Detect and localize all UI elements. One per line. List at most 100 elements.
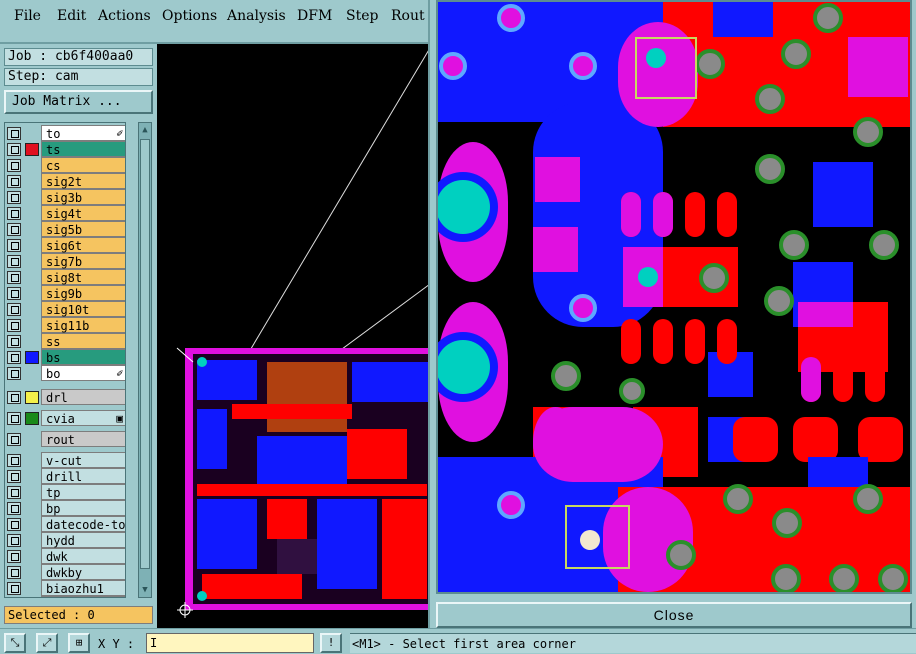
layer-row[interactable]: sig11b xyxy=(5,317,125,333)
menu-step[interactable]: Step xyxy=(346,8,378,24)
layer-name[interactable]: rout xyxy=(41,431,125,447)
layer-visibility-checkbox[interactable] xyxy=(7,271,21,284)
layer-row[interactable]: drl xyxy=(5,389,125,405)
layer-name[interactable]: bp xyxy=(41,500,125,516)
layer-row[interactable]: sig9b xyxy=(5,285,125,301)
layer-visibility-checkbox[interactable] xyxy=(7,502,21,515)
layer-visibility-checkbox[interactable] xyxy=(7,255,21,268)
layer-row[interactable]: sig2t xyxy=(5,173,125,189)
layer-row[interactable]: sig3b xyxy=(5,189,125,205)
menu-analysis[interactable]: Analysis xyxy=(227,8,286,24)
zoom-area-icon[interactable]: ⤡ xyxy=(4,633,26,653)
scroll-thumb[interactable] xyxy=(140,139,150,569)
layer-name[interactable]: ts xyxy=(41,141,125,157)
layer-name[interactable]: sig2t xyxy=(41,173,125,189)
layer-visibility-checkbox[interactable] xyxy=(7,391,21,404)
layer-name[interactable]: hydd xyxy=(41,532,125,548)
job-matrix-button[interactable]: Job Matrix ... xyxy=(4,90,153,114)
menu-file[interactable]: File xyxy=(14,8,41,24)
layer-visibility-checkbox[interactable] xyxy=(7,319,21,332)
layer-name[interactable]: cs xyxy=(41,157,125,173)
layer-row[interactable]: tp xyxy=(5,484,125,500)
scroll-down-icon[interactable]: ▼ xyxy=(140,585,150,595)
layer-visibility-checkbox[interactable] xyxy=(7,159,21,172)
layer-visibility-checkbox[interactable] xyxy=(7,534,21,547)
layer-visibility-checkbox[interactable] xyxy=(7,335,21,348)
layer-name[interactable]: sig8t xyxy=(41,269,125,285)
layer-name[interactable]: sig6t xyxy=(41,237,125,253)
zoom-pcb-detail[interactable] xyxy=(438,2,910,592)
layer-row[interactable]: rout xyxy=(5,431,125,447)
layer-row[interactable]: ss xyxy=(5,333,125,349)
layer-row[interactable]: biaozhu xyxy=(5,596,125,597)
layer-name[interactable]: sig7b xyxy=(41,253,125,269)
snap-grid-icon[interactable]: ⊞ xyxy=(68,633,90,653)
layer-name[interactable]: bs xyxy=(41,349,125,365)
layer-visibility-checkbox[interactable] xyxy=(7,143,21,156)
layer-name[interactable]: sig3b xyxy=(41,189,125,205)
layer-name[interactable]: dwkby xyxy=(41,564,125,580)
layer-name[interactable]: drill xyxy=(41,468,125,484)
layer-name[interactable]: biaozhu1 xyxy=(41,580,125,596)
layer-row[interactable]: dwkby xyxy=(5,564,125,580)
layer-name[interactable]: ss xyxy=(41,333,125,349)
layer-row[interactable]: ts xyxy=(5,141,125,157)
layer-row[interactable]: bs xyxy=(5,349,125,365)
layer-row[interactable]: sig5b xyxy=(5,221,125,237)
menu-options[interactable]: Options xyxy=(162,8,217,24)
menu-actions[interactable]: Actions xyxy=(98,8,151,24)
layer-visibility-checkbox[interactable] xyxy=(7,303,21,316)
layer-row[interactable]: hydd xyxy=(5,532,125,548)
measure-icon[interactable]: ⤢ xyxy=(36,633,58,653)
layer-visibility-checkbox[interactable] xyxy=(7,486,21,499)
layer-name[interactable]: sig9b xyxy=(41,285,125,301)
layer-name[interactable]: sig11b xyxy=(41,317,125,333)
layer-visibility-checkbox[interactable] xyxy=(7,433,21,446)
layer-row[interactable]: bp xyxy=(5,500,125,516)
layer-list-scrollbar[interactable]: ▲ ▼ xyxy=(138,122,152,598)
layer-visibility-checkbox[interactable] xyxy=(7,454,21,467)
scroll-up-icon[interactable]: ▲ xyxy=(140,125,150,135)
layer-row[interactable]: v-cut xyxy=(5,452,125,468)
zoom-view[interactable] xyxy=(436,0,912,594)
layer-row[interactable]: bo ✐ xyxy=(5,365,125,381)
menu-dfm[interactable]: DFM xyxy=(297,8,332,24)
layer-visibility-checkbox[interactable] xyxy=(7,518,21,531)
layer-name[interactable]: sig4t xyxy=(41,205,125,221)
layer-row[interactable]: biaozhu1 xyxy=(5,580,125,596)
layer-name[interactable]: v-cut xyxy=(41,452,125,468)
layer-visibility-checkbox[interactable] xyxy=(7,566,21,579)
layer-name[interactable]: sig5b xyxy=(41,221,125,237)
layer-row[interactable]: cs xyxy=(5,157,125,173)
layer-visibility-checkbox[interactable] xyxy=(7,582,21,595)
menu-rout[interactable]: Rout xyxy=(391,8,425,24)
layer-row[interactable]: sig10t xyxy=(5,301,125,317)
layer-name[interactable]: datecode-to xyxy=(41,516,125,532)
layer-visibility-checkbox[interactable] xyxy=(7,412,21,425)
layer-row[interactable]: dwk xyxy=(5,548,125,564)
layer-row[interactable]: to ✐ xyxy=(5,125,125,141)
layer-visibility-checkbox[interactable] xyxy=(7,550,21,563)
layer-visibility-checkbox[interactable] xyxy=(7,127,21,140)
xy-input[interactable]: I xyxy=(146,633,314,653)
layer-visibility-checkbox[interactable] xyxy=(7,287,21,300)
layer-visibility-checkbox[interactable] xyxy=(7,191,21,204)
layer-row[interactable]: sig8t xyxy=(5,269,125,285)
layer-name[interactable]: drl xyxy=(41,389,125,405)
layer-visibility-checkbox[interactable] xyxy=(7,175,21,188)
layer-name[interactable]: cvia ▣ xyxy=(41,410,125,426)
layer-visibility-checkbox[interactable] xyxy=(7,223,21,236)
layer-name[interactable]: to ✐ xyxy=(41,125,125,141)
layer-visibility-checkbox[interactable] xyxy=(7,470,21,483)
graphic-canvas[interactable] xyxy=(157,44,430,628)
layer-row[interactable]: drill xyxy=(5,468,125,484)
menu-edit[interactable]: Edit xyxy=(57,8,86,24)
layer-row[interactable]: sig7b xyxy=(5,253,125,269)
layer-row[interactable]: datecode-to xyxy=(5,516,125,532)
layer-name[interactable]: sig10t xyxy=(41,301,125,317)
layer-visibility-checkbox[interactable] xyxy=(7,207,21,220)
alert-icon[interactable]: ! xyxy=(320,633,342,653)
layer-visibility-checkbox[interactable] xyxy=(7,239,21,252)
layer-name[interactable]: dwk xyxy=(41,548,125,564)
close-button[interactable]: Close xyxy=(436,602,912,628)
